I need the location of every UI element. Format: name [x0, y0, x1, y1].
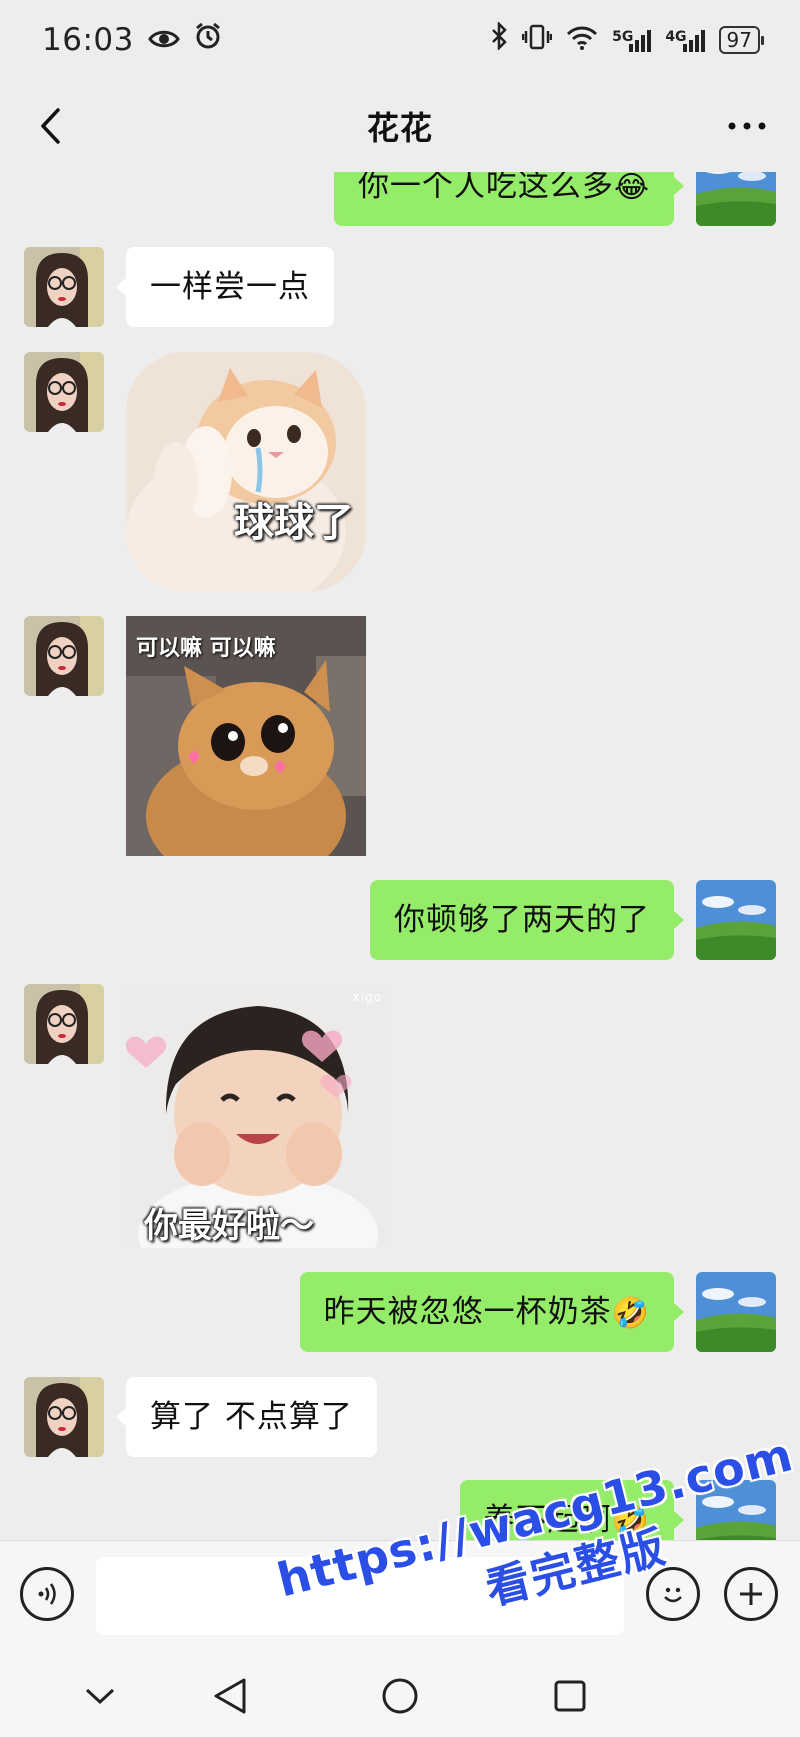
contact-avatar[interactable]	[24, 984, 104, 1064]
chevron-down-icon	[85, 1688, 115, 1705]
landscape-avatar-image	[696, 880, 776, 960]
laughing-emoji-icon: 😂	[613, 169, 650, 205]
rolling-laughing-emoji-icon: 🤣	[611, 1503, 650, 1539]
contact-avatar[interactable]	[24, 1377, 104, 1457]
message-input[interactable]	[96, 1557, 624, 1635]
received-message-bubble[interactable]: 算了 不点算了	[116, 1377, 377, 1457]
received-message-bubble[interactable]: 一样尝一点	[116, 247, 334, 327]
message-list[interactable]: 你一个人吃这么多😂 一样尝一点 球球了 可以嘛 可以嘛 你顿够了两天的了 xig…	[0, 0, 800, 1540]
sent-message-bubble[interactable]: 你顿够了两天的了	[370, 880, 684, 960]
contact-avatar[interactable]	[24, 616, 104, 696]
girl-avatar-image	[24, 984, 104, 1064]
more-dots-icon	[728, 122, 766, 130]
plus-button[interactable]	[724, 1567, 778, 1621]
more-button[interactable]	[722, 104, 772, 148]
emoji-button[interactable]	[646, 1567, 700, 1621]
message-text: 养不起啊	[483, 1502, 612, 1538]
nav-recents-button[interactable]	[546, 1672, 594, 1720]
message-text: 算了 不点算了	[150, 1399, 353, 1435]
voice-button[interactable]	[20, 1567, 74, 1621]
message-text: 昨天被忽悠一杯奶茶	[323, 1294, 612, 1330]
nav-back-button[interactable]	[206, 1672, 254, 1720]
sticker-image[interactable]: xigo 你最好啦～	[126, 984, 390, 1248]
chat-header: 花花	[0, 80, 800, 172]
girl-avatar-image	[24, 616, 104, 696]
sticker-image[interactable]: 可以嘛 可以嘛	[126, 616, 366, 856]
my-avatar[interactable]	[696, 880, 776, 960]
recents-square-icon	[554, 1680, 586, 1712]
system-nav-bar	[0, 1650, 800, 1737]
sent-message-bubble[interactable]: 昨天被忽悠一杯奶茶🤣	[299, 1272, 685, 1352]
nav-collapse-button[interactable]	[76, 1672, 124, 1720]
chevron-left-icon	[41, 108, 60, 144]
girl-avatar-image	[24, 1377, 104, 1457]
sent-message-bubble[interactable]: 养不起啊🤣	[459, 1480, 685, 1540]
girl-avatar-image	[24, 247, 104, 327]
nav-home-button[interactable]	[376, 1672, 424, 1720]
message-text: 你顿够了两天的了	[394, 902, 650, 938]
sticker-caption: 可以嘛 可以嘛	[136, 636, 276, 661]
emoji-icon	[664, 1587, 682, 1603]
landscape-avatar-image	[696, 1272, 776, 1352]
chat-title: 花花	[366, 109, 433, 147]
message-text: 一样尝一点	[150, 269, 310, 305]
rolling-laughing-emoji-icon: 🤣	[611, 1295, 650, 1331]
my-avatar[interactable]	[696, 1480, 776, 1540]
home-circle-icon	[382, 1678, 418, 1714]
girl-avatar-image	[24, 352, 104, 432]
message-text: 你一个人吃这么多	[357, 168, 614, 204]
landscape-avatar-image	[696, 1480, 776, 1540]
back-button[interactable]	[28, 104, 72, 148]
sticker-caption: 球球了	[234, 500, 354, 546]
plus-icon	[740, 1583, 762, 1605]
contact-avatar[interactable]	[24, 247, 104, 327]
sticker-caption: 你最好啦～	[144, 1206, 314, 1246]
sticker-source-tag: xigo	[352, 990, 382, 1004]
sticker-image[interactable]: 球球了	[126, 352, 366, 592]
my-avatar[interactable]	[696, 1272, 776, 1352]
voice-icon	[38, 1583, 56, 1605]
kitten-sticker-image	[126, 352, 366, 592]
contact-avatar[interactable]	[24, 352, 104, 432]
back-triangle-icon	[214, 1678, 246, 1714]
input-bar	[0, 1540, 800, 1650]
